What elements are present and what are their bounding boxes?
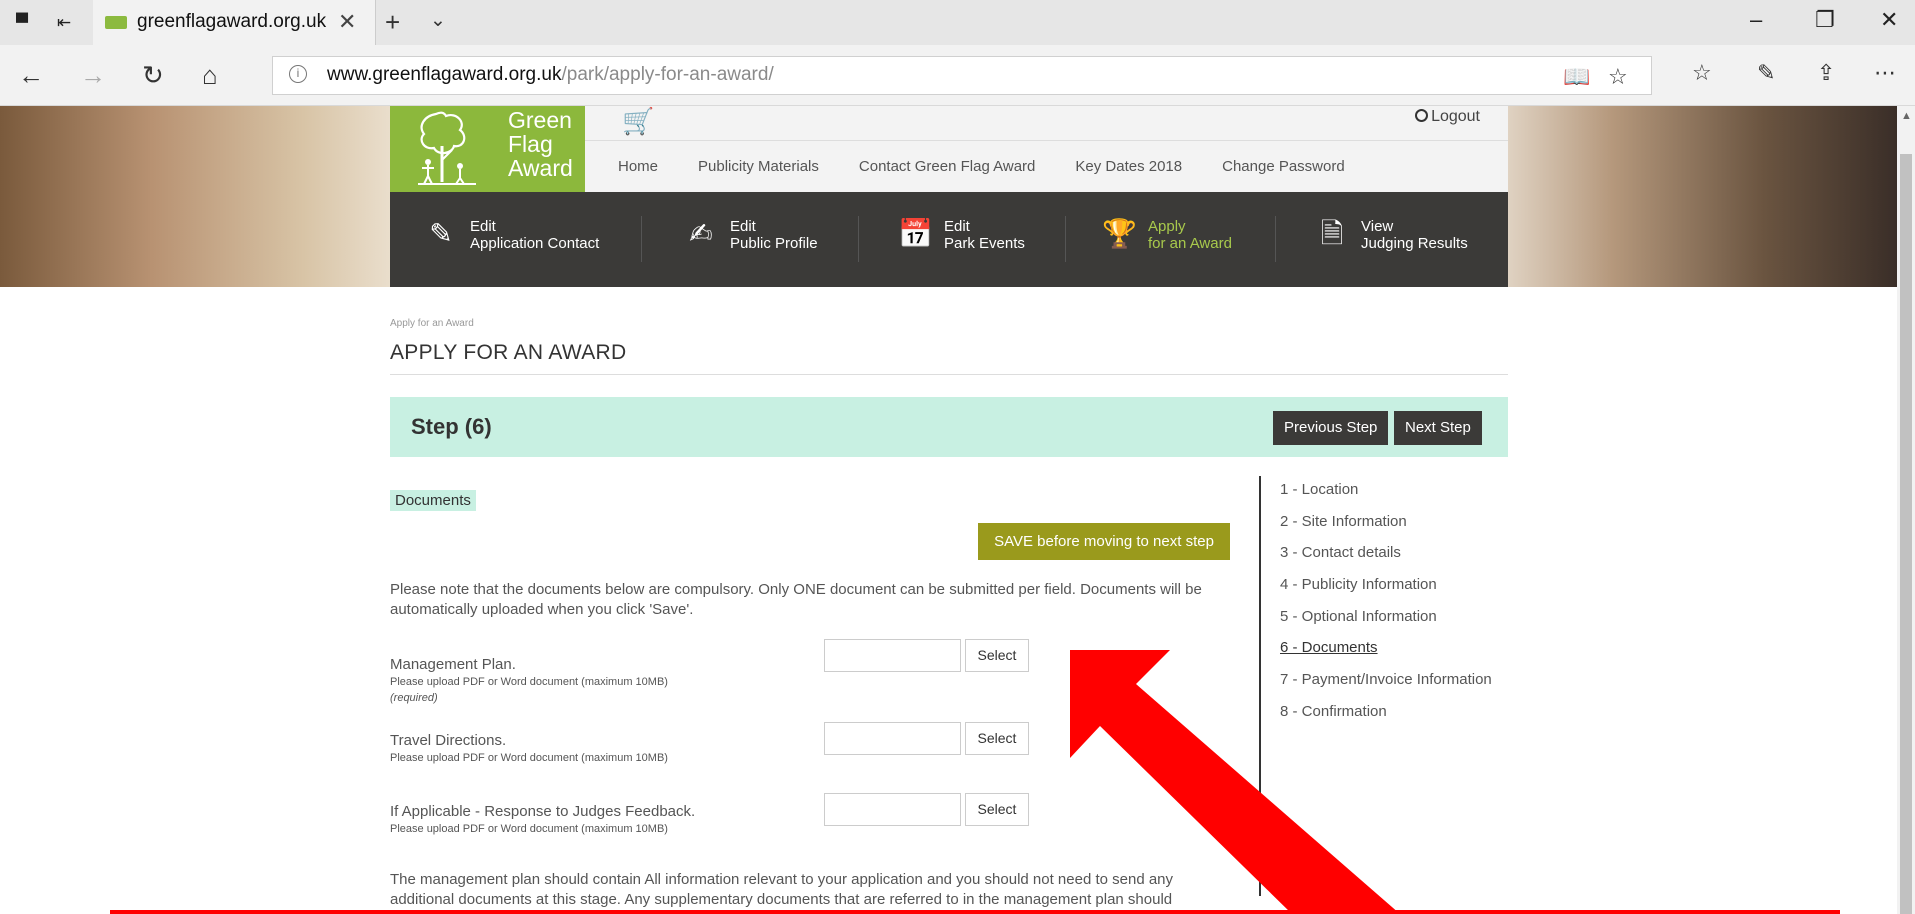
subnav-label: Apply for an Award — [1148, 218, 1232, 252]
nav-contact[interactable]: Contact Green Flag Award — [859, 158, 1035, 175]
page-title: APPLY FOR AN AWARD — [390, 341, 627, 364]
required-note: (required) — [390, 692, 438, 704]
red-highlight-line — [110, 910, 1840, 914]
dashboard-subnav: ✎ Edit Application Contact ✍ Edit Public… — [390, 192, 1508, 287]
header-top-bar: Green Flag Award 🛒 Logout Home Publicity… — [390, 106, 1508, 192]
browser-tab-bar: ▀ ⇤ greenflagaward.org.uk ✕ + ⌄ – ❐ ✕ — [0, 0, 1915, 45]
calendar-icon: 📅 — [898, 218, 933, 249]
red-arrow-annotation — [1070, 650, 1400, 914]
subnav-divider — [641, 216, 642, 262]
management-plan-file-field[interactable] — [824, 639, 961, 672]
breadcrumb[interactable]: Apply for an Award — [390, 318, 474, 329]
judges-feedback-select-button[interactable]: Select — [965, 793, 1029, 826]
previous-step-button[interactable]: Previous Step — [1273, 411, 1389, 445]
cart-icon[interactable]: 🛒 — [622, 106, 654, 137]
header-divider — [585, 140, 1508, 141]
subnav-edit-park-events[interactable]: 📅 Edit Park Events — [898, 214, 1048, 264]
subnav-label: View Judging Results — [1361, 218, 1468, 252]
trophy-icon: 🏆 — [1102, 218, 1137, 249]
site-info-icon[interactable]: i — [289, 65, 307, 83]
browser-tab[interactable]: greenflagaward.org.uk ✕ — [93, 0, 376, 45]
nav-home[interactable]: Home — [618, 158, 658, 175]
subnav-edit-public-profile[interactable]: ✍ Edit Public Profile — [684, 214, 834, 264]
section-tag: Documents — [390, 490, 476, 511]
set-aside-tabs-icon[interactable]: ⇤ — [52, 11, 76, 35]
power-icon — [1415, 109, 1429, 122]
reading-view-icon[interactable]: 📖 — [1563, 64, 1590, 90]
travel-directions-select-button[interactable]: Select — [965, 722, 1029, 755]
share-icon[interactable]: ⇪ — [1817, 60, 1835, 86]
new-tab-icon[interactable]: + — [385, 7, 400, 38]
subnav-apply-for-award[interactable]: 🏆 Apply for an Award — [1102, 214, 1252, 264]
step-link-contact-details[interactable]: 3 - Contact details — [1280, 543, 1492, 575]
restore-icon[interactable]: ❐ — [1815, 7, 1835, 33]
site-header: Green Flag Award 🛒 Logout Home Publicity… — [390, 106, 1508, 287]
url-text: www.greenflagaward.org.uk/park/apply-for… — [327, 64, 774, 85]
url-input[interactable]: i www.greenflagaward.org.uk/park/apply-f… — [272, 56, 1652, 95]
page-scrollbar[interactable]: ▲ — [1897, 106, 1915, 914]
favorites-hub-icon[interactable]: ☆ — [1692, 60, 1712, 86]
edit-icon: ✎ — [429, 218, 453, 249]
step-link-location[interactable]: 1 - Location — [1280, 480, 1492, 512]
subnav-label: Edit Park Events — [944, 218, 1025, 252]
step-header: Step (6) Previous Step Next Step — [390, 397, 1508, 457]
address-bar-row: ← → ↻ ⌂ i www.greenflagaward.org.uk/park… — [0, 45, 1915, 106]
judges-feedback-file-field[interactable] — [824, 793, 961, 826]
step-title: Step (6) — [411, 414, 492, 439]
favorite-star-icon[interactable]: ☆ — [1608, 64, 1628, 90]
tab-close-icon[interactable]: ✕ — [338, 9, 356, 35]
management-plan-label: Management Plan. — [390, 656, 516, 673]
travel-directions-hint: Please upload PDF or Word document (maxi… — [390, 752, 668, 764]
subnav-divider — [1275, 216, 1276, 262]
favicon-icon — [105, 16, 127, 29]
home-icon[interactable]: ⌂ — [202, 60, 218, 91]
nav-change-password[interactable]: Change Password — [1222, 158, 1345, 175]
back-icon[interactable]: ← — [18, 60, 44, 91]
judges-feedback-label: If Applicable - Response to Judges Feedb… — [390, 803, 696, 820]
management-plan-select-button[interactable]: Select — [965, 639, 1029, 672]
next-step-button[interactable]: Next Step — [1394, 411, 1482, 445]
tab-list-chevron-icon[interactable]: ⌄ — [430, 9, 446, 32]
top-navigation: Home Publicity Materials Contact Green F… — [618, 158, 1345, 175]
refresh-icon[interactable]: ↻ — [142, 60, 164, 91]
subnav-divider — [858, 216, 859, 262]
travel-directions-file-field[interactable] — [824, 722, 961, 755]
edit-profile-icon: ✍ — [689, 218, 713, 249]
forward-icon[interactable]: → — [80, 60, 106, 91]
green-flag-award-logo[interactable]: Green Flag Award — [390, 106, 585, 192]
subnav-view-judging-results[interactable]: 🗎 View Judging Results — [1315, 214, 1485, 264]
subnav-label: Edit Application Contact — [470, 218, 600, 252]
documents-note: Please note that the documents below are… — [390, 581, 1202, 618]
tree-family-logo-icon — [418, 111, 476, 185]
document-icon: 🗎 — [1320, 218, 1344, 249]
logout-link[interactable]: Logout — [1415, 108, 1480, 126]
step-link-optional-information[interactable]: 5 - Optional Information — [1280, 607, 1492, 639]
judges-feedback-hint: Please upload PDF or Word document (maxi… — [390, 823, 668, 835]
title-divider — [390, 374, 1508, 375]
nav-publicity-materials[interactable]: Publicity Materials — [698, 158, 819, 175]
travel-directions-label: Travel Directions. — [390, 732, 507, 749]
subnav-edit-application-contact[interactable]: ✎ Edit Application Contact — [424, 214, 604, 264]
subnav-divider — [1065, 216, 1066, 262]
tab-title: greenflagaward.org.uk — [137, 11, 327, 32]
scroll-up-icon[interactable]: ▲ — [1901, 110, 1912, 122]
step-link-publicity-information[interactable]: 4 - Publicity Information — [1280, 575, 1492, 607]
nav-key-dates[interactable]: Key Dates 2018 — [1075, 158, 1182, 175]
scroll-thumb[interactable] — [1900, 154, 1912, 914]
save-button[interactable]: SAVE before moving to next step — [978, 523, 1230, 560]
tab-manager-icon[interactable]: ▀ — [10, 11, 34, 35]
window-close-icon[interactable]: ✕ — [1880, 7, 1898, 33]
logo-text: Green Flag Award — [508, 107, 573, 181]
more-menu-icon[interactable]: ⋯ — [1874, 60, 1896, 86]
step-link-site-information[interactable]: 2 - Site Information — [1280, 512, 1492, 544]
subnav-label: Edit Public Profile — [730, 218, 818, 252]
pen-notes-icon[interactable]: ✎ — [1757, 60, 1775, 86]
management-plan-hint: Please upload PDF or Word document (maxi… — [390, 676, 668, 688]
minimize-icon[interactable]: – — [1750, 7, 1762, 33]
